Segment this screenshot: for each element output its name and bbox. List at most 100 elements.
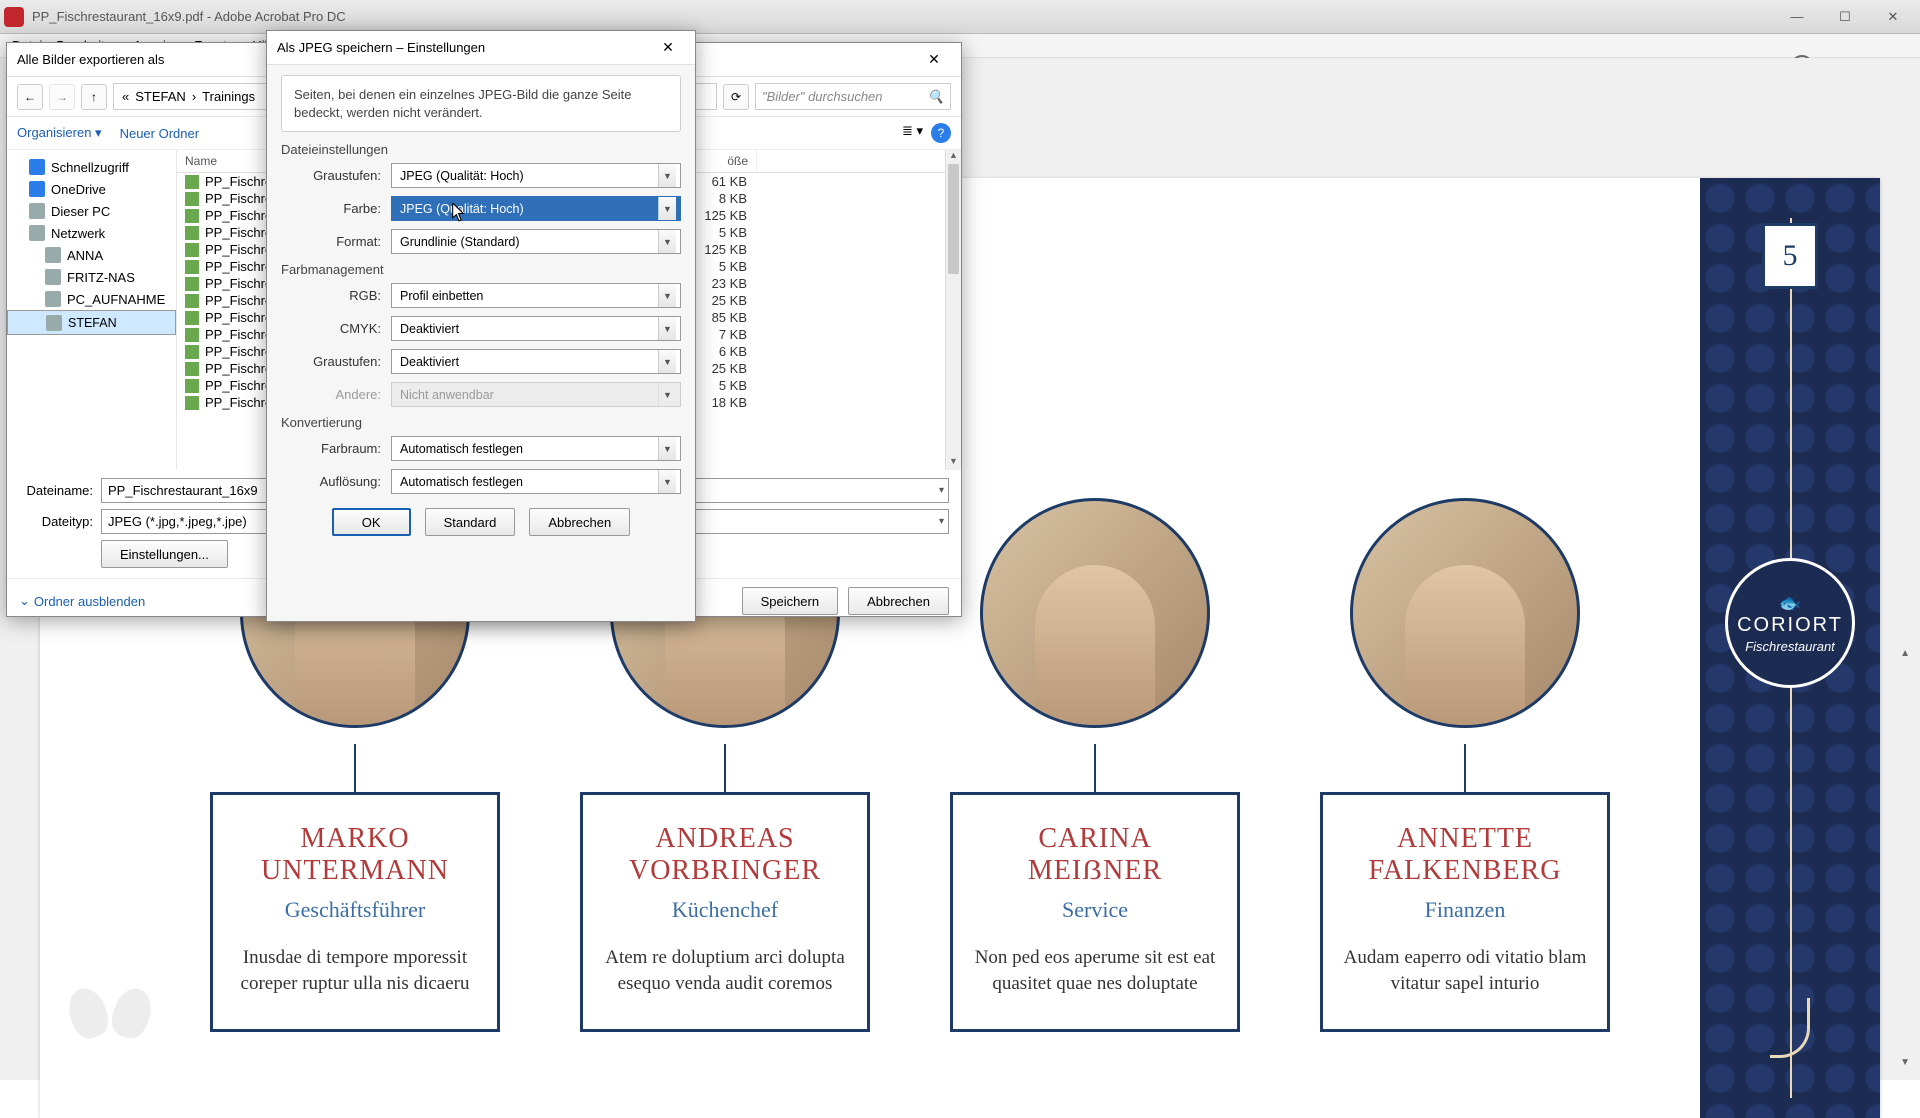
scroll-thumb[interactable] (948, 164, 959, 274)
nav-label: OneDrive (51, 182, 106, 197)
nav-item[interactable]: Schnellzugriff (7, 156, 176, 178)
nav-item[interactable]: STEFAN (7, 310, 176, 335)
dialog-help-icon[interactable]: ? (931, 123, 951, 143)
rgb-select[interactable]: Profil einbetten▼ (391, 283, 681, 308)
folder-icon (45, 291, 61, 307)
member-desc: Inusdae di tempore mporessit coreper rup… (233, 945, 477, 996)
nav-label: STEFAN (68, 316, 117, 330)
grayscale-select[interactable]: JPEG (Qualität: Hoch)▼ (391, 163, 681, 188)
nav-label: ANNA (67, 248, 103, 263)
cmyk-select[interactable]: Deaktiviert▼ (391, 316, 681, 341)
nav-item[interactable]: ANNA (7, 244, 176, 266)
folder-icon (29, 225, 45, 241)
image-file-icon (185, 294, 199, 308)
image-file-icon (185, 311, 199, 325)
avatar (1350, 498, 1580, 728)
team-card: CARINA MEIẞNER Service Non ped eos aperume… (950, 498, 1240, 1032)
page-sidebar-graphic: 5 🐟 CORIORT Fischrestaurant (1700, 178, 1880, 1118)
image-file-icon (185, 362, 199, 376)
nav-item[interactable]: Netzwerk (7, 222, 176, 244)
group-convert: Konvertierung (281, 415, 681, 430)
close-icon[interactable]: ✕ (917, 46, 951, 74)
member-role: Geschäftsführer (233, 897, 477, 923)
nav-back-button[interactable]: ← (17, 84, 43, 110)
settings-button[interactable]: Einstellungen... (101, 540, 228, 568)
app-title: PP_Fischrestaurant_16x9.pdf - Adobe Acro… (32, 9, 346, 24)
butterfly-watermark-icon (70, 988, 150, 1058)
acrobat-logo-icon (4, 7, 24, 27)
folder-icon (45, 269, 61, 285)
settings-note: Seiten, bei denen ein einzelnes JPEG-Bil… (281, 75, 681, 132)
file-scrollbar[interactable]: ▲ ▼ (945, 150, 961, 470)
member-name: CARINA MEIẞNER (973, 823, 1217, 887)
rgb-label: RGB: (281, 288, 391, 303)
new-folder-button[interactable]: Neuer Ordner (120, 126, 199, 141)
image-file-icon (185, 260, 199, 274)
group-file: Dateieinstellungen (281, 142, 681, 157)
hide-folders-toggle[interactable]: ⌄Ordner ausblenden (19, 593, 145, 609)
scroll-up-icon[interactable]: ▲ (946, 150, 961, 164)
member-desc: Non ped eos aperume sit est eat quasitet… (973, 945, 1217, 996)
grayscale2-select[interactable]: Deaktiviert▼ (391, 349, 681, 374)
search-placeholder: "Bilder" durchsuchen (762, 89, 883, 104)
colorspace-select[interactable]: Automatisch festlegen▼ (391, 436, 681, 461)
folder-icon (29, 159, 45, 175)
nav-up-button[interactable]: ↑ (81, 84, 107, 110)
nav-item[interactable]: Dieser PC (7, 200, 176, 222)
filetype-label: Dateityp: (19, 514, 101, 529)
filename-label: Dateiname: (19, 483, 101, 498)
image-file-icon (185, 175, 199, 189)
scroll-down-icon[interactable]: ▼ (946, 456, 961, 470)
folder-icon (45, 247, 61, 263)
nav-item[interactable]: OneDrive (7, 178, 176, 200)
nav-fwd-button[interactable]: → (49, 84, 75, 110)
nav-label: Schnellzugriff (51, 160, 129, 175)
nav-label: FRITZ-NAS (67, 270, 135, 285)
chevron-down-icon: ⌄ (19, 593, 30, 609)
folder-icon (29, 203, 45, 219)
close-icon[interactable]: ✕ (651, 34, 685, 62)
resolution-select[interactable]: Automatisch festlegen▼ (391, 469, 681, 494)
cmyk-label: CMYK: (281, 321, 391, 336)
jpeg-settings-dialog: Als JPEG speichern – Einstellungen ✕ Sei… (266, 30, 696, 622)
view-mode-button[interactable]: ≣ ▾ (902, 123, 923, 143)
close-button[interactable]: ✕ (1870, 3, 1916, 31)
standard-button[interactable]: Standard (425, 508, 516, 536)
maximize-button[interactable]: ☐ (1822, 3, 1868, 31)
member-desc: Audam eaperro odi vitatio blam vitatur s… (1343, 945, 1587, 996)
format-label: Format: (281, 234, 391, 249)
image-file-icon (185, 277, 199, 291)
cancel-button[interactable]: Abbrechen (848, 587, 949, 615)
save-dialog-title: Alle Bilder exportieren als (17, 52, 164, 67)
color-label: Farbe: (281, 201, 391, 216)
nav-label: Netzwerk (51, 226, 105, 241)
member-role: Küchenchef (603, 897, 847, 923)
member-role: Service (973, 897, 1217, 923)
member-role: Finanzen (1343, 897, 1587, 923)
search-input[interactable]: "Bilder" durchsuchen 🔍 (755, 83, 951, 110)
nav-item[interactable]: FRITZ-NAS (7, 266, 176, 288)
minimize-button[interactable]: — (1774, 3, 1820, 31)
member-name: ANNETTE FALKENBERG (1343, 823, 1587, 887)
colorspace-label: Farbraum: (281, 441, 391, 456)
other-select: Nicht anwendbar▼ (391, 382, 681, 407)
save-button[interactable]: Speichern (742, 587, 839, 615)
cancel-button[interactable]: Abbrechen (529, 508, 630, 536)
color-select[interactable]: JPEG (Qualität: Hoch)▼ (391, 196, 681, 221)
image-file-icon (185, 243, 199, 257)
page-scroll-up-icon[interactable]: ▲ (1900, 648, 1910, 659)
brand-logo: 🐟 CORIORT Fischrestaurant (1700, 558, 1880, 696)
nav-tree[interactable]: Schnellzugriff OneDrive Dieser PC Netzwerk A… (7, 150, 177, 470)
image-file-icon (185, 192, 199, 206)
folder-icon (46, 315, 62, 331)
member-name: MARKO UNTERMANN (233, 823, 477, 887)
image-file-icon (185, 226, 199, 240)
hook-icon (1770, 998, 1810, 1058)
format-select[interactable]: Grundlinie (Standard)▼ (391, 229, 681, 254)
page-scroll-down-icon[interactable]: ▼ (1900, 1057, 1910, 1068)
member-desc: Atem re doluptium arci dolupta esequo ve… (603, 945, 847, 996)
ok-button[interactable]: OK (332, 508, 411, 536)
nav-item[interactable]: PC_AUFNAHME (7, 288, 176, 310)
organize-button[interactable]: Organisieren ▾ (17, 125, 102, 141)
refresh-button[interactable]: ⟳ (723, 84, 749, 110)
